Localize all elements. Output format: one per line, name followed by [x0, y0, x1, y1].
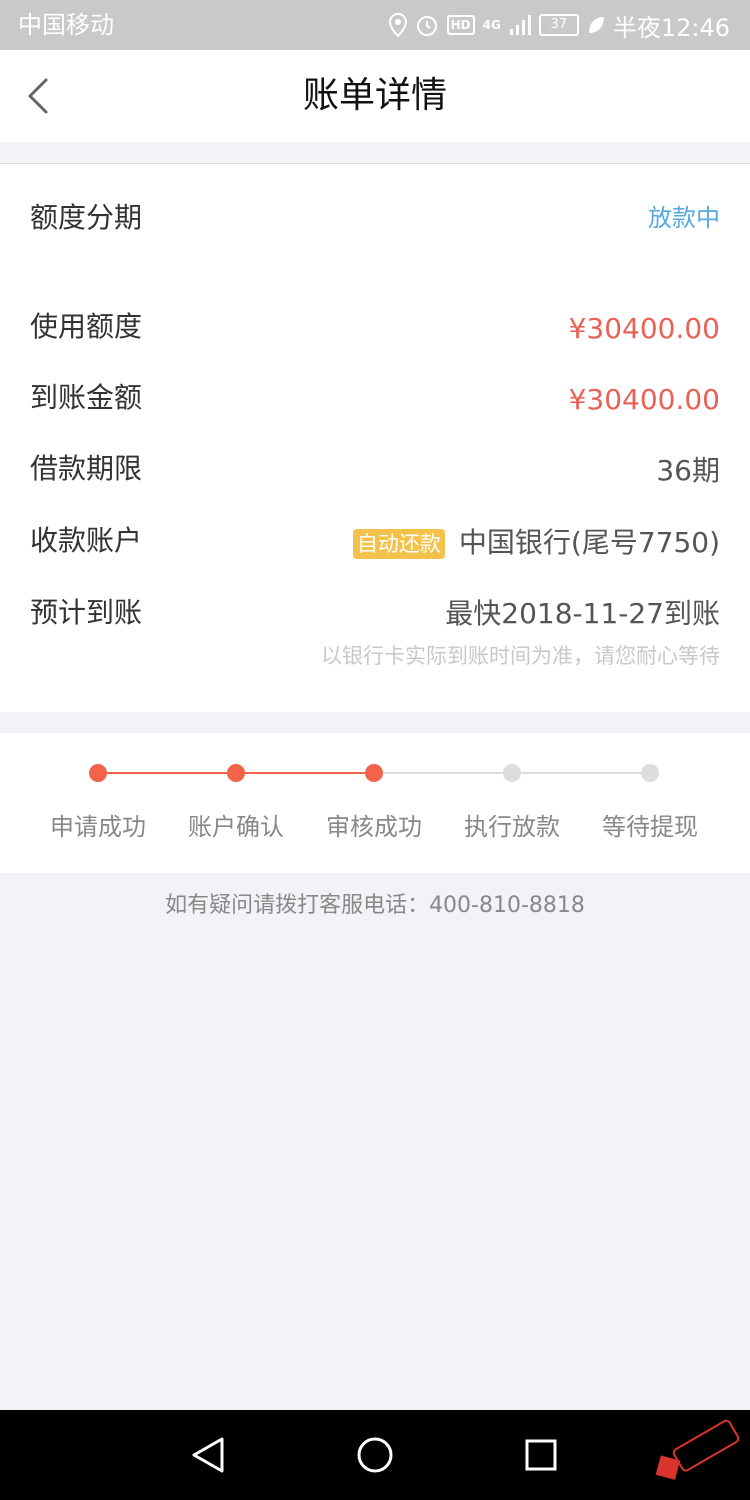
step-dot-2: [227, 764, 245, 782]
nav-recent-button[interactable]: [511, 1425, 571, 1485]
customer-service-text[interactable]: 如有疑问请拨打客服电话：400-810-8818: [0, 888, 750, 924]
received-amount-value: ¥30400.00: [568, 383, 720, 416]
step-label-4: 执行放款: [464, 813, 560, 841]
receiving-account-value: 中国银行(尾号7750): [458, 526, 720, 559]
loan-term-label: 借款期限: [30, 452, 143, 485]
received-amount-label: 到账金额: [30, 381, 143, 414]
back-button[interactable]: [18, 68, 68, 124]
step-dot-5: [641, 764, 659, 782]
receiving-account-label: 收款账户: [30, 524, 143, 557]
step-dot-4: [503, 764, 521, 782]
step-label-3: 审核成功: [326, 813, 422, 841]
eta-label: 预计到账: [30, 596, 143, 629]
status-bar: 中国移动 HD 4G 37 半夜12:46: [0, 0, 750, 50]
progress-card: 申请成功 账户确认 审核成功 执行放款 等待提现: [0, 733, 750, 873]
circle-home-icon: [357, 1437, 393, 1473]
auto-repay-badge: 自动还款: [352, 529, 445, 559]
clock: 半夜12:46: [612, 13, 730, 42]
used-amount-label: 使用额度: [30, 310, 143, 343]
bill-detail-card: 使用额度 ¥30400.00 到账金额 ¥30400.00 借款期限 36期 收…: [0, 274, 750, 712]
chevron-left-icon: [28, 78, 48, 114]
carrier-name: 中国移动: [18, 11, 114, 39]
location-icon: [388, 13, 407, 37]
receiving-account-row: 自动还款 中国银行(尾号7750): [352, 523, 720, 563]
nav-home-button[interactable]: [345, 1425, 405, 1485]
alarm-icon: [416, 16, 437, 36]
bill-type-label: 额度分期: [30, 201, 143, 234]
step-label-1: 申请成功: [50, 813, 146, 841]
page-title: 账单详情: [302, 75, 447, 116]
triangle-back-icon: [192, 1437, 224, 1473]
step-dot-1: [89, 764, 107, 782]
header: 账单详情: [0, 50, 750, 142]
step-label-5: 等待提现: [602, 813, 698, 841]
battery-icon: 37: [538, 14, 579, 36]
square-recent-icon: [525, 1439, 557, 1471]
system-nav-bar: [0, 1410, 750, 1500]
used-amount-value: ¥30400.00: [568, 312, 720, 345]
bill-type-card: 额度分期 放款中: [0, 163, 750, 275]
watermark-logo-icon: [655, 1419, 740, 1480]
eta-hint: 以银行卡实际到账时间为准，请您耐心等待: [321, 644, 720, 668]
status-icons: HD 4G 37 半夜12:46: [388, 10, 730, 42]
signal-icon: [509, 15, 531, 35]
leaf-icon: [588, 17, 604, 33]
network-icon: 4G: [482, 18, 501, 32]
hd-icon: HD: [446, 15, 475, 35]
step-label-2: 账户确认: [188, 813, 284, 841]
eta-value: 最快2018-11-27到账: [445, 597, 720, 630]
nav-back-button[interactable]: [178, 1425, 238, 1485]
step-dot-3: [365, 764, 383, 782]
loan-term-value: 36期: [656, 454, 720, 487]
loan-status: 放款中: [648, 204, 720, 232]
